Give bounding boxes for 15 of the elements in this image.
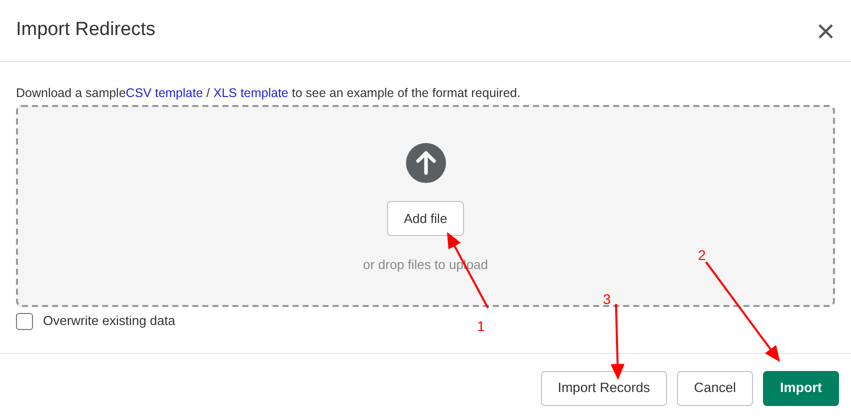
upload-icon — [406, 143, 446, 183]
template-link[interactable]: CSV template — [126, 86, 203, 100]
annotation-number: 3 — [603, 291, 611, 307]
primary-button[interactable]: Import — [763, 371, 839, 406]
overwrite-checkbox[interactable] — [16, 312, 33, 330]
dialog-title: Import Redirects — [16, 18, 156, 42]
secondary-button[interactable]: Import Records — [540, 371, 667, 406]
close-button[interactable]: × — [816, 14, 835, 46]
annotation-number: 1 — [477, 318, 485, 334]
intro-text: Download a sampleCSV template / XLS template to see an example of the format required. — [16, 85, 522, 101]
secondary-button[interactable]: Cancel — [676, 371, 753, 406]
template-link[interactable]: XLS template — [213, 86, 288, 100]
overwrite-label: Overwrite existing data — [43, 312, 176, 330]
annotation-number: 2 — [698, 247, 706, 263]
add-file-button[interactable]: Add file — [386, 201, 464, 236]
